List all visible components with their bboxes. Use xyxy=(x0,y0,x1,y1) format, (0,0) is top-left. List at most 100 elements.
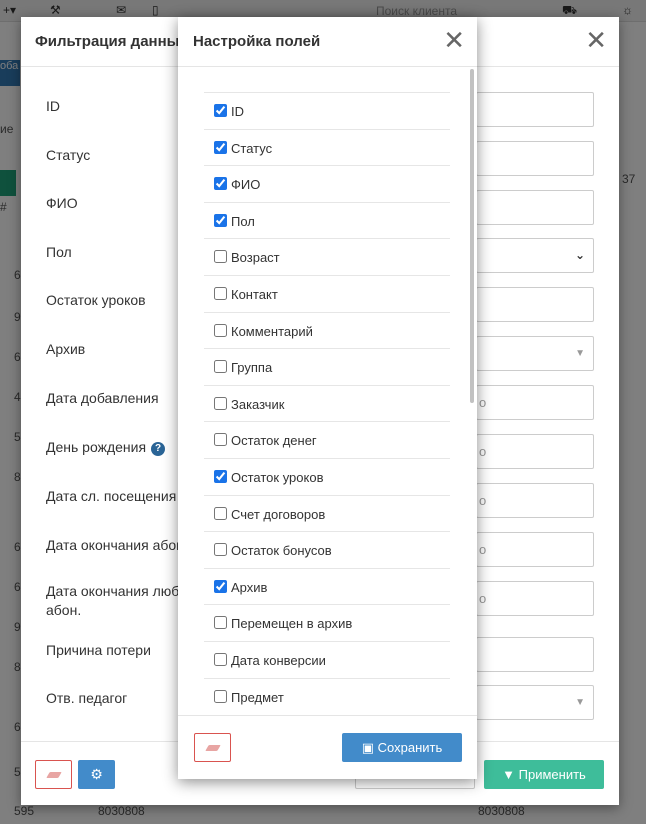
filter-label-text: Дата добавления xyxy=(46,390,159,406)
filter-label-text: Дата окончания абон xyxy=(46,537,184,553)
field-option-label: Контакт xyxy=(231,286,278,302)
field-option[interactable]: Дата конверсии xyxy=(204,640,450,678)
filter-label-text: Пол xyxy=(46,244,72,260)
filter-select[interactable]: ▼ xyxy=(476,336,594,371)
close-icon[interactable]: ✕ xyxy=(585,25,607,55)
filter-label: Остаток уроков xyxy=(46,292,146,308)
filter-label: Дата окончания любо абон. xyxy=(46,582,187,620)
gear-icon: ⚙ xyxy=(90,766,103,782)
filter-label: Дата окончания абон xyxy=(46,537,184,553)
reset-filter-button[interactable] xyxy=(35,760,72,789)
filter-label-text: абон. xyxy=(46,602,82,618)
filter-input[interactable] xyxy=(476,190,594,225)
field-option[interactable]: Статус xyxy=(204,128,450,166)
filter-input[interactable]: о xyxy=(476,483,594,518)
field-settings-title: Настройка полей xyxy=(193,33,321,50)
field-settings-footer: ▣ Сохранить xyxy=(178,715,477,779)
field-option-label: Архив xyxy=(231,579,268,595)
field-checkbox[interactable] xyxy=(214,469,227,483)
help-icon[interactable]: ? xyxy=(151,442,166,456)
filter-label-text: ФИО xyxy=(46,195,78,211)
filter-select[interactable]: ▼ xyxy=(476,685,594,720)
field-settings-modal: Настройка полей ✕ ID Статус ФИО Пол Возраст К… xyxy=(178,17,477,779)
reset-fields-button[interactable] xyxy=(194,733,231,762)
filter-label-text: День рождения xyxy=(46,439,147,455)
filter-label: Причина потери xyxy=(46,642,151,658)
field-checkbox[interactable] xyxy=(214,396,227,410)
scrollbar[interactable] xyxy=(470,69,474,403)
field-option-label: ФИО xyxy=(231,177,261,193)
filter-input[interactable]: о xyxy=(476,434,594,469)
field-option-label: Возраст xyxy=(231,250,280,266)
field-option[interactable]: ФИО xyxy=(204,165,450,202)
filter-input[interactable] xyxy=(476,637,594,672)
field-option-label: Комментарий xyxy=(231,323,313,339)
save-button[interactable]: ▣ Сохранить xyxy=(342,733,462,762)
filter-input[interactable] xyxy=(476,92,594,127)
field-checkbox[interactable] xyxy=(214,213,227,227)
field-option[interactable]: Счет договоров xyxy=(204,494,450,532)
apply-button[interactable]: ▼ Применить xyxy=(484,760,604,789)
filter-select[interactable]: ⌄ xyxy=(476,238,594,273)
field-option-label: Дата конверсии xyxy=(231,652,326,668)
field-option[interactable]: Остаток денег xyxy=(204,421,450,458)
field-option-label: Остаток бонусов xyxy=(231,543,332,559)
input-placeholder: о xyxy=(479,542,487,557)
chevron-down-icon: ⌄ xyxy=(574,248,585,262)
field-option-label: Остаток уроков xyxy=(231,469,324,485)
field-option[interactable]: Остаток уроков xyxy=(204,457,450,495)
field-option-label: Счет договоров xyxy=(231,506,326,522)
field-option[interactable]: Перемещен в архив xyxy=(204,604,450,641)
field-checkbox[interactable] xyxy=(214,140,227,154)
field-checkbox[interactable] xyxy=(214,286,227,300)
field-checkbox[interactable] xyxy=(214,360,227,374)
field-option[interactable]: Архив xyxy=(204,567,450,605)
caret-down-icon: ▼ xyxy=(575,348,585,359)
filter-label-text: Дата окончания любо xyxy=(46,583,188,599)
field-option-label: Перемещен в архив xyxy=(231,616,353,632)
eraser-icon xyxy=(46,772,62,778)
field-option[interactable]: Комментарий xyxy=(204,311,450,349)
filter-label: Дата сл. посещения xyxy=(46,488,176,504)
field-option[interactable]: Группа xyxy=(204,348,450,385)
field-checkbox[interactable] xyxy=(214,689,227,703)
field-checkbox[interactable] xyxy=(214,104,227,117)
field-checkbox[interactable] xyxy=(214,616,227,630)
filter-label-text: Дата сл. посещения xyxy=(46,488,177,504)
field-option[interactable]: ID xyxy=(204,92,450,129)
field-checkbox[interactable] xyxy=(214,250,227,264)
filter-label: Дата добавления xyxy=(46,390,159,406)
floppy-icon: ▣ xyxy=(361,740,378,755)
field-option[interactable]: Остаток бонусов xyxy=(204,531,450,568)
filter-input[interactable]: о xyxy=(476,532,594,567)
field-checkbox[interactable] xyxy=(214,579,227,593)
field-option[interactable]: Возраст xyxy=(204,238,450,275)
close-icon[interactable]: ✕ xyxy=(443,25,465,55)
field-option[interactable]: Предмет xyxy=(204,677,450,715)
field-checkbox[interactable] xyxy=(214,323,227,337)
filter-input[interactable]: о xyxy=(476,581,594,616)
field-checkbox[interactable] xyxy=(214,177,227,191)
field-option[interactable]: Заказчик xyxy=(204,384,450,422)
filter-icon: ▼ xyxy=(502,767,519,782)
filter-label-text: Статус xyxy=(46,147,91,163)
filter-input[interactable] xyxy=(476,141,594,176)
field-option[interactable]: Контакт xyxy=(204,274,450,312)
caret-down-icon: ▼ xyxy=(575,697,585,708)
filter-label-text: Отв. педагог xyxy=(46,690,128,706)
filter-input[interactable] xyxy=(476,287,594,322)
input-placeholder: о xyxy=(479,493,487,508)
field-checkbox[interactable] xyxy=(214,652,227,666)
field-option-label: Группа xyxy=(231,360,273,376)
filter-label-text: ID xyxy=(46,98,60,114)
filter-input[interactable]: о xyxy=(476,385,594,420)
field-option-label: Остаток денег xyxy=(231,433,317,449)
input-placeholder: о xyxy=(479,444,487,459)
field-settings-button[interactable]: ⚙ xyxy=(78,760,115,789)
field-checkbox[interactable] xyxy=(214,433,227,447)
field-option-label: Заказчик xyxy=(231,396,285,412)
field-checkbox[interactable] xyxy=(214,543,227,557)
filter-label-text: Архив xyxy=(46,341,86,357)
field-option[interactable]: Пол xyxy=(204,201,450,239)
field-checkbox[interactable] xyxy=(214,506,227,520)
